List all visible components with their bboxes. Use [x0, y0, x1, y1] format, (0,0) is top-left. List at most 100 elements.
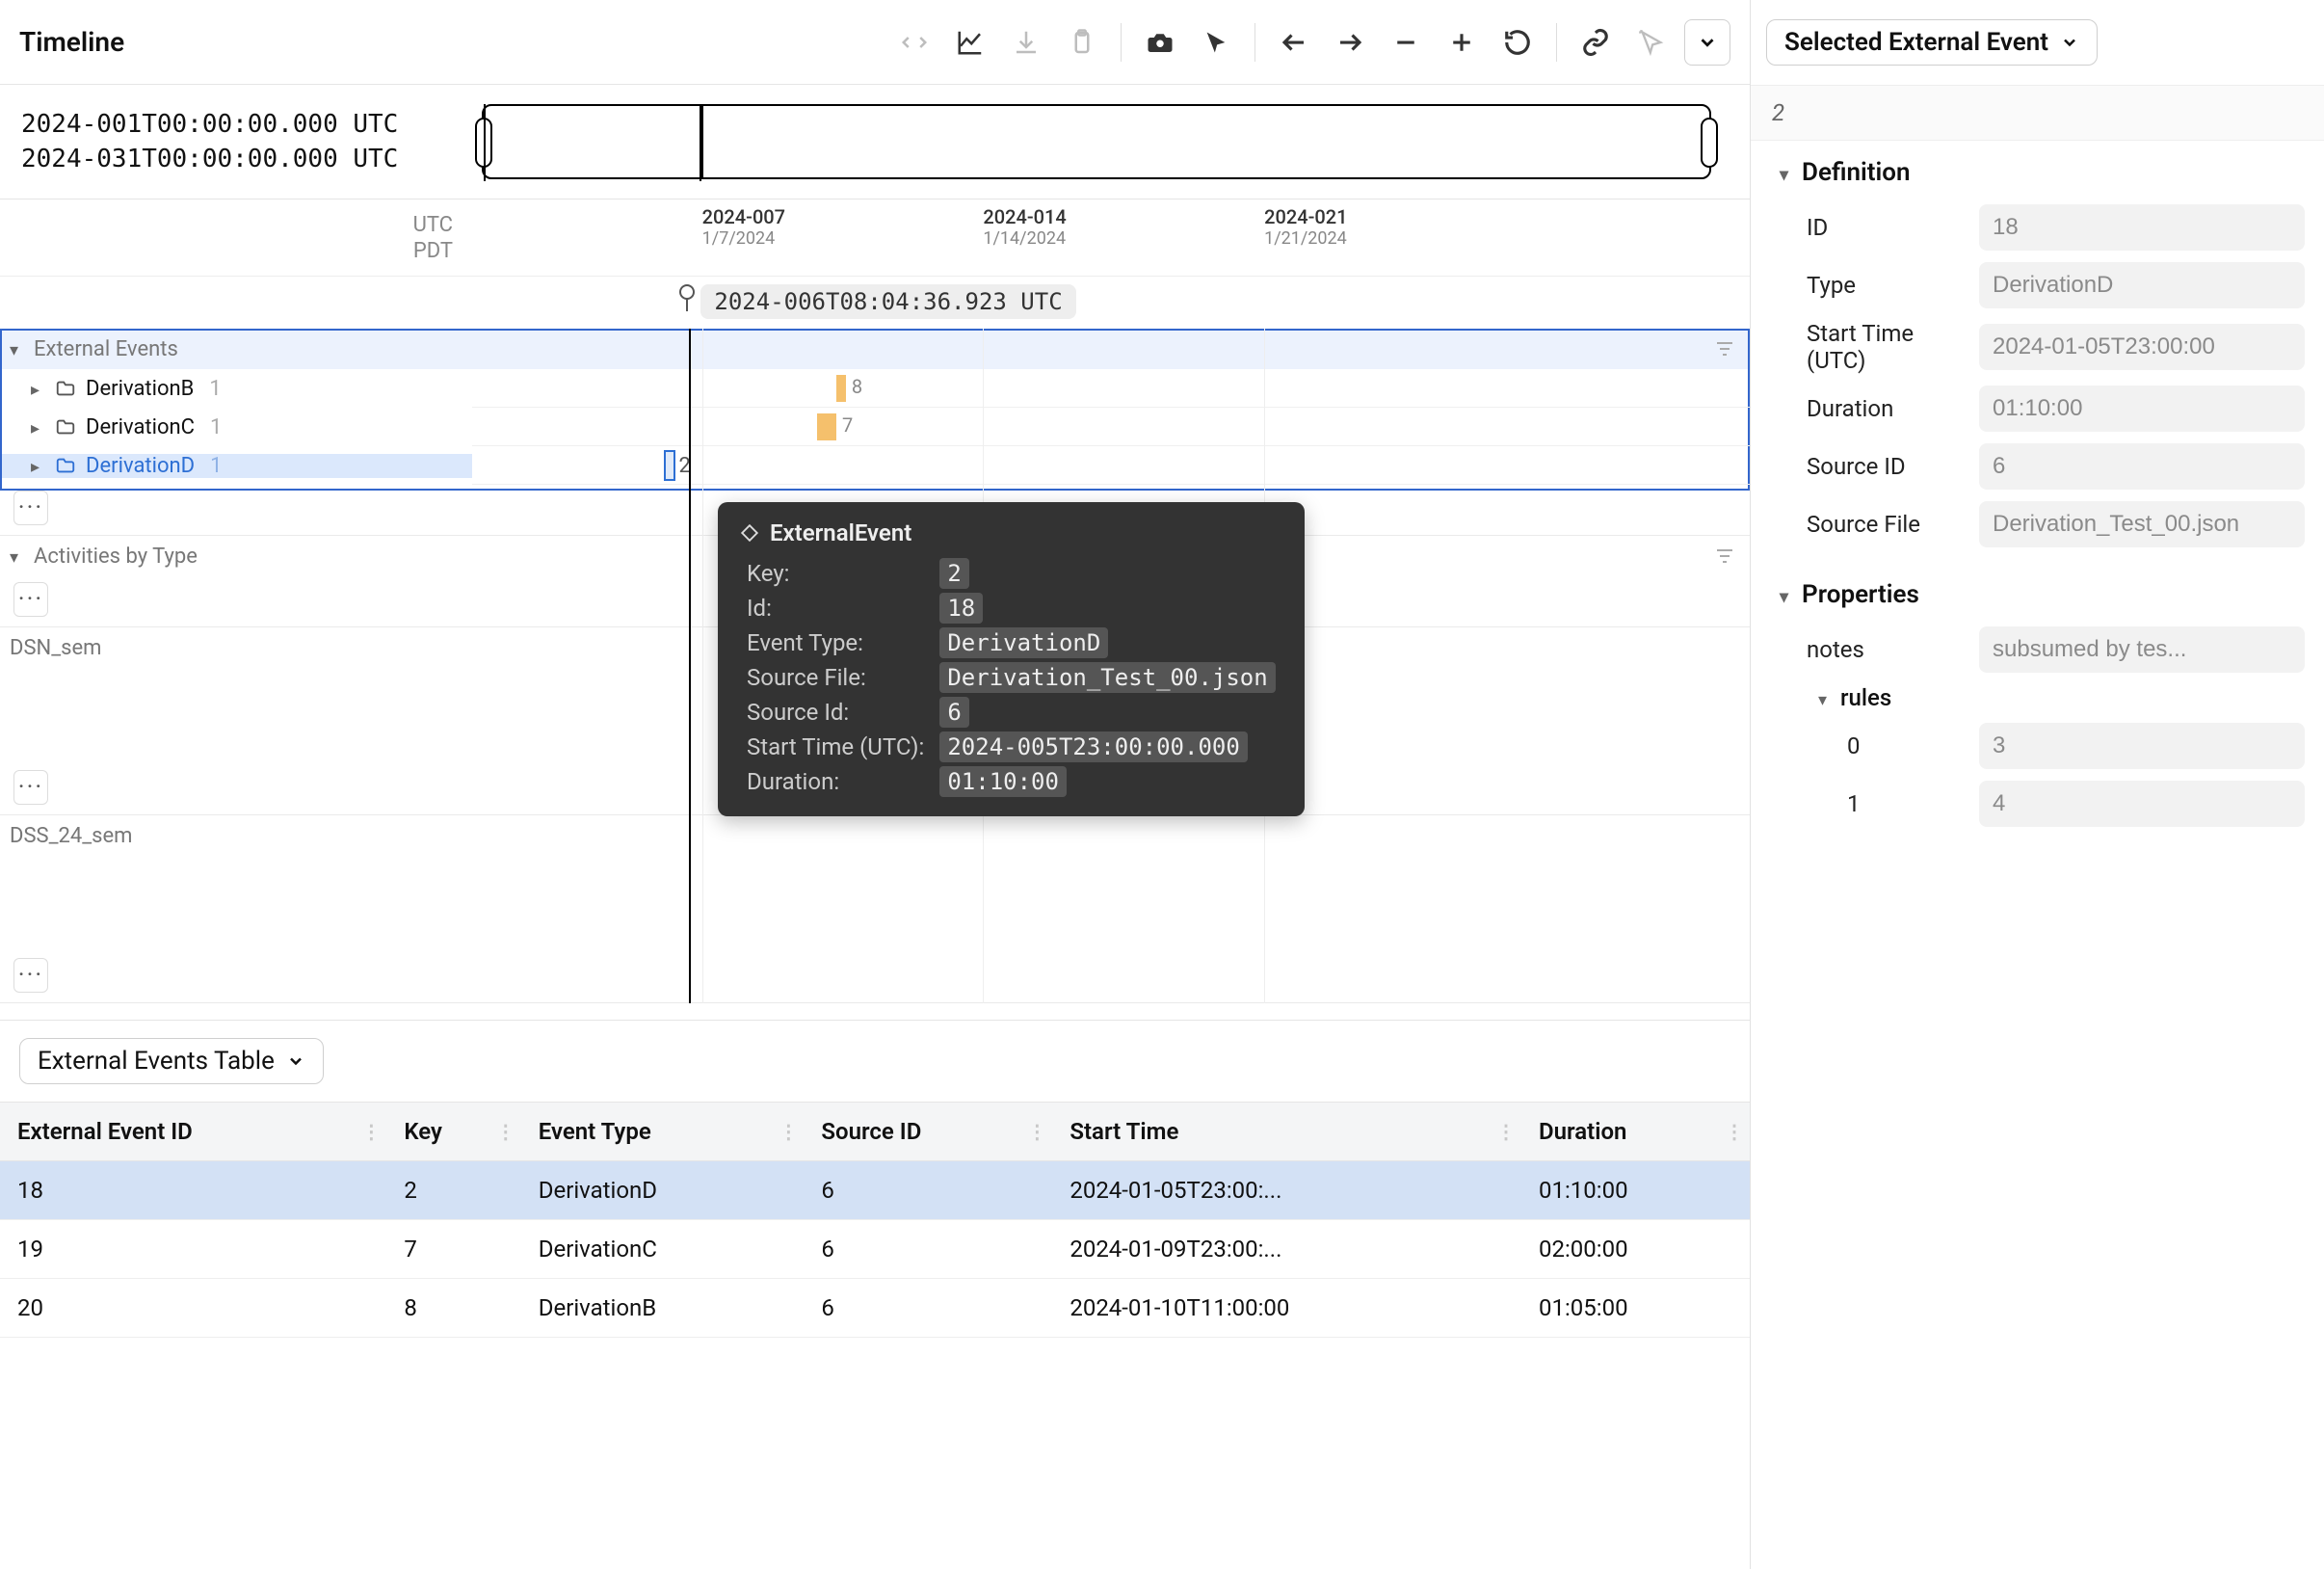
rule-value[interactable]: [1979, 723, 2305, 769]
code-icon[interactable]: [891, 19, 938, 66]
rule-row: 0: [1847, 723, 2305, 769]
scrub-handle-right[interactable]: [1701, 118, 1718, 168]
axis-tz2: PDT: [413, 239, 453, 263]
field-label-start: Start Time (UTC): [1807, 320, 1962, 374]
rule-row: 1: [1847, 781, 2305, 827]
arrow-left-icon[interactable]: [1271, 19, 1317, 66]
field-label-srcid: Source ID: [1807, 453, 1962, 480]
range-row: 2024-001T00:00:00.000 UTC 2024-031T00:00…: [0, 85, 1750, 199]
table-row[interactable]: 208DerivationB62024-01-10T11:00:0001:05:…: [0, 1279, 1750, 1338]
selected-event-bar[interactable]: 2: [664, 450, 675, 481]
scrub-bar[interactable]: [482, 104, 1711, 179]
group-title: External Events: [34, 337, 178, 361]
bottom-panel: External Events Table External Event ID⋮…: [0, 1020, 1750, 1569]
row-label: DerivationC: [86, 415, 195, 439]
group-dss24: DSS_24_sem ···: [0, 815, 1750, 1003]
bottom-dropdown-label: External Events Table: [38, 1047, 275, 1076]
table-header[interactable]: Start Time⋮: [1052, 1103, 1521, 1161]
minus-icon[interactable]: [1383, 19, 1429, 66]
section-definition: Definition ID Type Start Time (UTC) Dura…: [1751, 141, 2324, 563]
line-chart-icon[interactable]: [947, 19, 993, 66]
field-type[interactable]: [1979, 262, 2305, 308]
range-end-label: 2024-031T00:00:00.000 UTC: [21, 145, 472, 173]
event-tooltip: ExternalEvent Key:2Id:18Event Type:Deriv…: [718, 502, 1305, 816]
row-derivation-c[interactable]: DerivationC 1 7: [0, 408, 1750, 446]
page-title: Timeline: [19, 26, 124, 58]
right-panel-dropdown[interactable]: Selected External Event: [1766, 19, 2098, 66]
chevron-down-icon: [2060, 33, 2079, 52]
events-table: External Event ID⋮Key⋮Event Type⋮Source …: [0, 1102, 1750, 1338]
cursor-time-chip[interactable]: 2024-006T08:04:36.923 UTC: [700, 284, 1075, 319]
axis-tick: 2024-0141/14/2024: [983, 205, 1066, 249]
cursor-icon[interactable]: [1193, 19, 1239, 66]
select-cursor-icon[interactable]: [1628, 19, 1675, 66]
right-panel: Selected External Event 2 Definition ID …: [1751, 0, 2324, 1569]
group-title: Activities by Type: [34, 545, 198, 569]
field-label-type: Type: [1807, 272, 1962, 299]
folder-icon: [55, 378, 76, 399]
row-derivation-d[interactable]: DerivationD 1 2: [0, 446, 1750, 485]
field-label-notes: notes: [1807, 636, 1962, 663]
event-bar[interactable]: [817, 413, 836, 440]
right-panel-tag: 2: [1751, 85, 2324, 141]
row-count: 1: [210, 415, 222, 439]
table-header[interactable]: Source ID⋮: [804, 1103, 1052, 1161]
field-srcid[interactable]: [1979, 443, 2305, 490]
row-label: DerivationB: [86, 377, 194, 401]
tracks-area: External Events DerivationB 1: [0, 329, 1750, 1020]
group-more-button[interactable]: ···: [13, 770, 48, 805]
range-start-label: 2024-001T00:00:00.000 UTC: [21, 110, 472, 139]
field-label-dur: Duration: [1807, 395, 1962, 422]
field-srcfile[interactable]: [1979, 501, 2305, 547]
bottom-dropdown[interactable]: External Events Table: [19, 1038, 324, 1084]
group-head-external-events[interactable]: External Events: [0, 329, 1750, 369]
cursor-pin-icon[interactable]: [675, 282, 699, 311]
table-header[interactable]: Duration⋮: [1521, 1103, 1750, 1161]
diamond-icon: [739, 522, 760, 544]
field-notes[interactable]: [1979, 626, 2305, 673]
filter-icon[interactable]: [1713, 545, 1736, 568]
field-label-id: ID: [1807, 214, 1962, 241]
toolbar: [891, 19, 1730, 66]
link-icon[interactable]: [1572, 19, 1619, 66]
section-properties: Properties notes rules 01: [1751, 563, 2324, 842]
chevron-down-icon: [286, 1051, 305, 1071]
arrow-right-icon[interactable]: [1327, 19, 1373, 66]
clipboard-icon[interactable]: [1059, 19, 1105, 66]
row-derivation-b[interactable]: DerivationB 1 8: [0, 369, 1750, 408]
scrub-window[interactable]: [484, 104, 701, 181]
group-title: DSN_sem: [10, 636, 101, 660]
field-id[interactable]: [1979, 204, 2305, 251]
field-dur[interactable]: [1979, 386, 2305, 432]
table-row[interactable]: 197DerivationC62024-01-09T23:00:...02:00…: [0, 1220, 1750, 1279]
row-count: 1: [209, 377, 221, 401]
more-dropdown[interactable]: [1684, 19, 1730, 66]
rule-value[interactable]: [1979, 781, 2305, 827]
section-title: Properties: [1802, 580, 1919, 609]
scrub-cursor[interactable]: [701, 104, 703, 179]
cursor-row: 2024-006T08:04:36.923 UTC: [0, 277, 1750, 329]
camera-icon[interactable]: [1137, 19, 1183, 66]
table-row[interactable]: 182DerivationD62024-01-05T23:00:...01:10…: [0, 1161, 1750, 1220]
event-bar[interactable]: [836, 375, 846, 402]
group-more-button[interactable]: ···: [13, 491, 48, 525]
row-label: DerivationD: [86, 454, 195, 478]
axis-tick: 2024-0211/21/2024: [1264, 205, 1347, 249]
field-label-srcfile: Source File: [1807, 511, 1962, 538]
event-bar-label: 7: [842, 413, 853, 437]
tooltip-title: ExternalEvent: [770, 519, 911, 546]
section-title: Definition: [1802, 158, 1910, 187]
table-header[interactable]: Key⋮: [386, 1103, 520, 1161]
table-header[interactable]: Event Type⋮: [521, 1103, 805, 1161]
group-more-button[interactable]: ···: [13, 582, 48, 617]
plus-icon[interactable]: [1439, 19, 1485, 66]
group-head-dss24[interactable]: DSS_24_sem: [0, 815, 1750, 856]
download-icon[interactable]: [1003, 19, 1049, 66]
axis-tz1: UTC: [413, 213, 453, 237]
table-header[interactable]: External Event ID⋮: [0, 1103, 386, 1161]
group-more-button[interactable]: ···: [13, 958, 48, 993]
reset-icon[interactable]: [1494, 19, 1541, 66]
right-panel-dropdown-label: Selected External Event: [1784, 28, 2048, 57]
filter-icon[interactable]: [1713, 337, 1736, 360]
field-start[interactable]: [1979, 324, 2305, 370]
